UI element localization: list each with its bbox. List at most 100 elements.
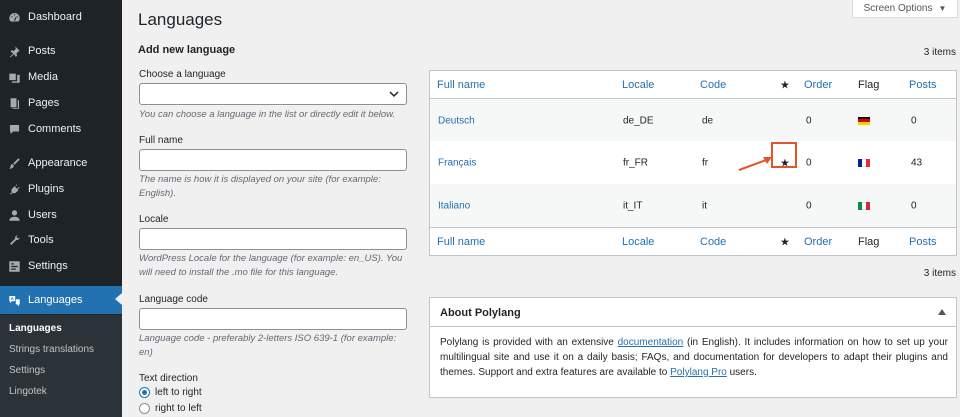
pages-icon: [7, 96, 21, 110]
star-icon: ★: [780, 79, 790, 91]
choose-language-description: You can choose a language in the list or…: [139, 109, 396, 120]
col-locale[interactable]: Locale: [622, 236, 654, 248]
menu-label: Users: [28, 209, 57, 221]
col-flag: Flag: [858, 235, 880, 248]
submenu-lingotek[interactable]: Lingotek: [9, 386, 47, 397]
rtl-radio[interactable]: [139, 403, 150, 414]
add-language-heading: Add new language: [138, 44, 236, 56]
language-code-input[interactable]: [139, 308, 407, 330]
flag-de-icon: [858, 116, 870, 125]
locale-description: WordPress Locale for the language (for e…: [139, 253, 403, 278]
flag-it-icon: [858, 201, 870, 210]
col-order[interactable]: Order: [804, 79, 832, 91]
menu-label: Settings: [28, 260, 68, 272]
col-posts[interactable]: Posts: [909, 236, 937, 248]
menu-plugins[interactable]: Plugins: [0, 176, 122, 202]
table-footer: Full name Locale Code ★ Order Flag Posts: [430, 227, 956, 255]
col-posts[interactable]: Posts: [909, 79, 937, 91]
menu-languages[interactable]: Languages: [0, 286, 122, 314]
menu-label: Appearance: [28, 157, 88, 169]
language-name-link[interactable]: Deutsch: [438, 115, 475, 126]
col-full-name[interactable]: Full name: [437, 79, 485, 91]
submenu-settings[interactable]: Settings: [9, 365, 45, 376]
menu-media[interactable]: Media: [0, 64, 122, 90]
dashboard-icon: [7, 10, 21, 24]
polylang-pro-link[interactable]: Polylang Pro: [670, 367, 727, 378]
language-code-description: Language code - preferably 2-letters ISO…: [139, 333, 397, 358]
col-code[interactable]: Code: [700, 236, 726, 248]
items-count-top: 3 items: [923, 47, 956, 58]
about-header[interactable]: About Polylang: [430, 298, 956, 327]
choose-language-select[interactable]: [139, 83, 407, 105]
choose-language-label: Choose a language: [139, 69, 226, 80]
comment-icon: [7, 122, 21, 136]
full-name-label: Full name: [139, 135, 183, 146]
menu-label: Languages: [28, 294, 83, 306]
menu-label: Dashboard: [28, 11, 82, 23]
col-locale[interactable]: Locale: [622, 79, 654, 91]
language-locale: it_IT: [623, 200, 643, 211]
col-full-name[interactable]: Full name: [437, 236, 485, 248]
language-code: de: [702, 115, 714, 126]
language-posts: 43: [911, 157, 923, 168]
menu-comments[interactable]: Comments: [0, 116, 122, 142]
ltr-option[interactable]: left to right: [139, 387, 202, 398]
language-name-link[interactable]: Italiano: [438, 200, 470, 211]
pin-icon: [7, 44, 21, 58]
language-posts: 0: [911, 200, 917, 211]
language-code: fr: [702, 157, 709, 168]
collapse-arrow-icon[interactable]: [938, 309, 946, 315]
menu-appearance[interactable]: Appearance: [0, 150, 122, 176]
menu-users[interactable]: Users: [0, 202, 122, 228]
menu-settings[interactable]: Settings: [0, 253, 122, 279]
admin-sidebar: Dashboard Posts Media Pages Comments App…: [0, 0, 122, 417]
rtl-option[interactable]: right to left: [139, 403, 202, 414]
col-order[interactable]: Order: [804, 236, 832, 248]
flag-fr-icon: [858, 158, 870, 167]
submenu-languages[interactable]: Languages: [9, 323, 62, 334]
text-direction-label: Text direction: [139, 373, 198, 384]
settings-icon: [7, 259, 21, 273]
documentation-link[interactable]: documentation: [618, 337, 684, 348]
menu-label: Media: [28, 71, 58, 83]
menu-posts[interactable]: Posts: [0, 38, 122, 64]
menu-label: Plugins: [28, 183, 65, 195]
about-text-part: users.: [726, 367, 757, 378]
ltr-radio[interactable]: [139, 387, 150, 398]
wrench-icon: [7, 233, 21, 247]
language-posts: 0: [911, 115, 917, 126]
table-header: Full name Locale Code ★ Order Flag Posts: [430, 71, 956, 99]
ltr-label: left to right: [155, 387, 202, 398]
menu-tools[interactable]: Tools: [0, 227, 122, 253]
translation-icon: [7, 293, 21, 307]
arrow-icon: [738, 157, 772, 171]
media-icon: [7, 70, 21, 84]
about-text: Polylang is provided with an extensive d…: [440, 335, 948, 380]
chevron-down-icon: [389, 91, 399, 98]
about-text-part: Polylang is provided with an extensive: [440, 337, 618, 348]
menu-pages[interactable]: Pages: [0, 90, 122, 116]
screen-options-button[interactable]: Screen Options ▼: [852, 0, 958, 18]
about-title: About Polylang: [440, 307, 521, 319]
language-order: 0: [806, 157, 812, 168]
languages-submenu: Languages Strings translations Settings …: [0, 315, 122, 417]
language-order: 0: [806, 115, 812, 126]
brush-icon: [7, 156, 21, 170]
menu-dashboard[interactable]: Dashboard: [0, 4, 122, 30]
items-count-bottom: 3 items: [923, 268, 956, 279]
screen-options-label: Screen Options: [863, 3, 933, 14]
language-locale: fr_FR: [623, 157, 648, 168]
full-name-input[interactable]: [139, 149, 407, 171]
menu-label: Pages: [28, 97, 60, 109]
language-code: it: [702, 200, 707, 211]
full-name-description: The name is how it is displayed on your …: [139, 174, 381, 199]
language-name-link[interactable]: Français: [438, 157, 476, 168]
col-code[interactable]: Code: [700, 79, 726, 91]
table-row: Deutsch de_DE de 0 0: [430, 100, 956, 141]
language-order: 0: [806, 200, 812, 211]
locale-input[interactable]: [139, 228, 407, 250]
submenu-strings-translations[interactable]: Strings translations: [9, 344, 94, 355]
col-flag: Flag: [858, 78, 880, 91]
about-polylang-box: About Polylang Polylang is provided with…: [429, 297, 957, 398]
page-title: Languages: [138, 10, 223, 29]
